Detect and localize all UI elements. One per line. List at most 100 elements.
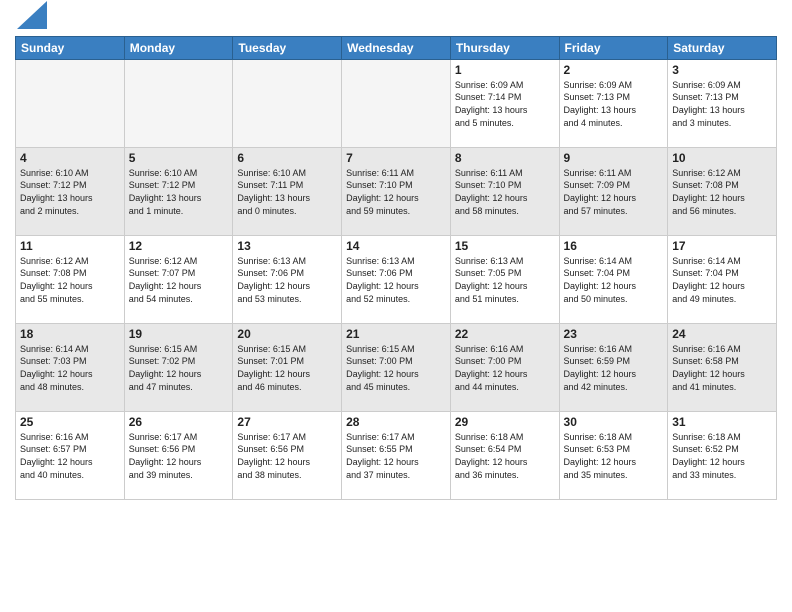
day-info: Sunrise: 6:13 AMSunset: 7:06 PMDaylight:… (346, 255, 446, 305)
calendar-cell: 9Sunrise: 6:11 AMSunset: 7:09 PMDaylight… (559, 147, 668, 235)
calendar-cell: 16 Sunrise: 6:14 AMSunset: 7:04 PMDayligh… (559, 235, 668, 323)
day-info: Sunrise: 6:15 AMSunset: 7:00 PMDaylight:… (346, 343, 446, 393)
day-info: Sunrise: 6:13 AMSunset: 7:06 PMDaylight:… (237, 255, 337, 305)
weekday-header-thursday: Thursday (450, 36, 559, 59)
day-number: 11 (20, 239, 120, 253)
week-row-5: 25 Sunrise: 6:16 AMSunset: 6:57 PMDayligh… (16, 411, 777, 499)
calendar-cell: 14 Sunrise: 6:13 AMSunset: 7:06 PMDayligh… (342, 235, 451, 323)
calendar-cell: 17 Sunrise: 6:14 AMSunset: 7:04 PMDayligh… (668, 235, 777, 323)
day-info: Sunrise: 6:16 AMSunset: 6:59 PMDaylight:… (564, 343, 664, 393)
day-number: 26 (129, 415, 229, 429)
calendar-cell: 7 Sunrise: 6:11 AMSunset: 7:10 PMDaylight… (342, 147, 451, 235)
calendar-cell: 21 Sunrise: 6:15 AMSunset: 7:00 PMDayligh… (342, 323, 451, 411)
day-info: Sunrise: 6:10 AMSunset: 7:12 PMDaylight:… (20, 167, 120, 217)
calendar-cell: 20 Sunrise: 6:15 AMSunset: 7:01 PMDayligh… (233, 323, 342, 411)
week-row-2: 4Sunrise: 6:10 AMSunset: 7:12 PMDaylight… (16, 147, 777, 235)
day-number: 14 (346, 239, 446, 253)
day-info: Sunrise: 6:16 AMSunset: 6:58 PMDaylight:… (672, 343, 772, 393)
day-number: 6 (237, 151, 337, 165)
day-info: Sunrise: 6:12 AMSunset: 7:08 PMDaylight:… (672, 167, 772, 217)
day-number: 20 (237, 327, 337, 341)
day-number: 21 (346, 327, 446, 341)
day-number: 31 (672, 415, 772, 429)
day-number: 8 (455, 151, 555, 165)
calendar-cell: 27 Sunrise: 6:17 AMSunset: 6:56 PMDayligh… (233, 411, 342, 499)
calendar-cell: 13 Sunrise: 6:13 AMSunset: 7:06 PMDayligh… (233, 235, 342, 323)
day-number: 2 (564, 63, 664, 77)
week-row-3: 11 Sunrise: 6:12 AMSunset: 7:08 PMDayligh… (16, 235, 777, 323)
day-info: Sunrise: 6:09 AMSunset: 7:14 PMDaylight:… (455, 79, 555, 129)
logo-icon (17, 1, 47, 29)
calendar-cell: 19Sunrise: 6:15 AMSunset: 7:02 PMDayligh… (124, 323, 233, 411)
day-number: 27 (237, 415, 337, 429)
day-number: 5 (129, 151, 229, 165)
logo (15, 10, 47, 30)
day-info: Sunrise: 6:09 AMSunset: 7:13 PMDaylight:… (672, 79, 772, 129)
day-number: 1 (455, 63, 555, 77)
calendar-cell: 18 Sunrise: 6:14 AMSunset: 7:03 PMDayligh… (16, 323, 125, 411)
day-info: Sunrise: 6:14 AMSunset: 7:03 PMDaylight:… (20, 343, 120, 393)
day-info: Sunrise: 6:11 AMSunset: 7:09 PMDaylight:… (564, 167, 664, 217)
calendar-cell: 1 Sunrise: 6:09 AMSunset: 7:14 PMDaylight… (450, 59, 559, 147)
calendar-cell (342, 59, 451, 147)
day-number: 23 (564, 327, 664, 341)
day-info: Sunrise: 6:14 AMSunset: 7:04 PMDaylight:… (564, 255, 664, 305)
day-number: 25 (20, 415, 120, 429)
day-number: 16 (564, 239, 664, 253)
day-info: Sunrise: 6:09 AMSunset: 7:13 PMDaylight:… (564, 79, 664, 129)
calendar-cell: 28Sunrise: 6:17 AMSunset: 6:55 PMDayligh… (342, 411, 451, 499)
day-info: Sunrise: 6:16 AMSunset: 7:00 PMDaylight:… (455, 343, 555, 393)
calendar-cell: 30 Sunrise: 6:18 AMSunset: 6:53 PMDayligh… (559, 411, 668, 499)
day-number: 30 (564, 415, 664, 429)
day-number: 3 (672, 63, 772, 77)
calendar-cell: 5 Sunrise: 6:10 AMSunset: 7:12 PMDaylight… (124, 147, 233, 235)
weekday-header-sunday: Sunday (16, 36, 125, 59)
weekday-header-tuesday: Tuesday (233, 36, 342, 59)
day-info: Sunrise: 6:18 AMSunset: 6:54 PMDaylight:… (455, 431, 555, 481)
calendar-cell: 4Sunrise: 6:10 AMSunset: 7:12 PMDaylight… (16, 147, 125, 235)
calendar-cell: 10 Sunrise: 6:12 AMSunset: 7:08 PMDayligh… (668, 147, 777, 235)
calendar-cell: 12 Sunrise: 6:12 AMSunset: 7:07 PMDayligh… (124, 235, 233, 323)
day-info: Sunrise: 6:11 AMSunset: 7:10 PMDaylight:… (455, 167, 555, 217)
calendar-cell: 8 Sunrise: 6:11 AMSunset: 7:10 PMDaylight… (450, 147, 559, 235)
calendar-cell: 26 Sunrise: 6:17 AMSunset: 6:56 PMDayligh… (124, 411, 233, 499)
day-number: 12 (129, 239, 229, 253)
calendar: SundayMondayTuesdayWednesdayThursdayFrid… (15, 36, 777, 500)
calendar-cell: 11 Sunrise: 6:12 AMSunset: 7:08 PMDayligh… (16, 235, 125, 323)
calendar-cell (16, 59, 125, 147)
day-info: Sunrise: 6:12 AMSunset: 7:07 PMDaylight:… (129, 255, 229, 305)
day-info: Sunrise: 6:14 AMSunset: 7:04 PMDaylight:… (672, 255, 772, 305)
day-info: Sunrise: 6:13 AMSunset: 7:05 PMDaylight:… (455, 255, 555, 305)
week-row-4: 18 Sunrise: 6:14 AMSunset: 7:03 PMDayligh… (16, 323, 777, 411)
header (15, 10, 777, 30)
calendar-cell: 29 Sunrise: 6:18 AMSunset: 6:54 PMDayligh… (450, 411, 559, 499)
day-number: 10 (672, 151, 772, 165)
week-row-1: 1 Sunrise: 6:09 AMSunset: 7:14 PMDaylight… (16, 59, 777, 147)
weekday-header-monday: Monday (124, 36, 233, 59)
day-info: Sunrise: 6:17 AMSunset: 6:56 PMDaylight:… (237, 431, 337, 481)
day-number: 17 (672, 239, 772, 253)
weekday-header-row: SundayMondayTuesdayWednesdayThursdayFrid… (16, 36, 777, 59)
day-info: Sunrise: 6:15 AMSunset: 7:01 PMDaylight:… (237, 343, 337, 393)
day-info: Sunrise: 6:16 AMSunset: 6:57 PMDaylight:… (20, 431, 120, 481)
day-number: 29 (455, 415, 555, 429)
calendar-cell: 22Sunrise: 6:16 AMSunset: 7:00 PMDayligh… (450, 323, 559, 411)
day-info: Sunrise: 6:12 AMSunset: 7:08 PMDaylight:… (20, 255, 120, 305)
day-number: 7 (346, 151, 446, 165)
calendar-cell (233, 59, 342, 147)
day-number: 15 (455, 239, 555, 253)
day-info: Sunrise: 6:10 AMSunset: 7:11 PMDaylight:… (237, 167, 337, 217)
day-number: 13 (237, 239, 337, 253)
calendar-cell: 2 Sunrise: 6:09 AMSunset: 7:13 PMDaylight… (559, 59, 668, 147)
page: SundayMondayTuesdayWednesdayThursdayFrid… (0, 0, 792, 612)
day-number: 18 (20, 327, 120, 341)
calendar-cell: 24 Sunrise: 6:16 AMSunset: 6:58 PMDayligh… (668, 323, 777, 411)
day-info: Sunrise: 6:17 AMSunset: 6:56 PMDaylight:… (129, 431, 229, 481)
day-info: Sunrise: 6:18 AMSunset: 6:52 PMDaylight:… (672, 431, 772, 481)
day-number: 24 (672, 327, 772, 341)
weekday-header-saturday: Saturday (668, 36, 777, 59)
day-number: 28 (346, 415, 446, 429)
day-info: Sunrise: 6:18 AMSunset: 6:53 PMDaylight:… (564, 431, 664, 481)
day-info: Sunrise: 6:11 AMSunset: 7:10 PMDaylight:… (346, 167, 446, 217)
day-info: Sunrise: 6:10 AMSunset: 7:12 PMDaylight:… (129, 167, 229, 217)
